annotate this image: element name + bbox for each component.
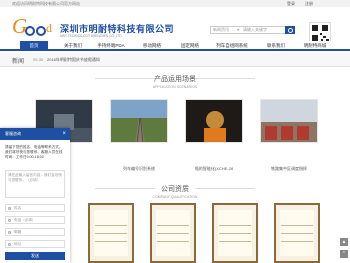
nav-item-contact[interactable]: 联系我们 [259,41,293,51]
products-section-title: 产品运用场景 APPLICATION SCENARIOS [0,74,350,89]
search-icon[interactable] [285,26,295,34]
name-field[interactable]: 姓名 [5,204,65,212]
logo-d: d [46,21,52,35]
user-icon [8,207,11,210]
search-input[interactable]: 请输入关键字 [243,27,267,33]
company-logo[interactable]: G d [12,15,54,39]
news-label: 新闻 [12,59,25,65]
nav-item-about[interactable]: 关于我们 [56,41,90,51]
name-field-placeholder: 姓名 [14,206,22,210]
search-category-select[interactable]: 新闻资讯 [213,27,229,33]
chevron-down-icon: ▾ [237,27,240,32]
nav-item-mall[interactable]: 明耐特商城 [297,41,333,51]
scroll-up-icon[interactable]: ▲ [340,238,348,246]
divider [95,78,155,79]
chat-message: 请留下您的姓名、电话等联系方式，我们将尽快与您联系。客服人员在线时间：工作日9:… [5,145,63,159]
location-icon [8,243,11,246]
email-field[interactable]: 邮箱 [5,228,65,236]
nav-item-pda[interactable]: 手持终端PDA [92,41,130,51]
news-date: 09-30 [33,57,44,62]
back-to-top-icon[interactable]: ⌃ [340,250,348,258]
certificate-4[interactable] [274,203,320,263]
news-headline[interactable]: 2016年明耐特国庆节放假通知 [47,57,100,63]
phone-field[interactable]: 电话（必填） [5,216,65,224]
logo-oo [25,23,47,36]
phone-icon [8,219,11,222]
email-field-placeholder: 邮箱 [14,230,22,234]
search-bar: 新闻资讯 ▾ 请输入关键字 [210,26,295,34]
product-label-4: 铁路集中区调度指挥 [271,166,307,171]
send-button[interactable]: 发送 [5,252,65,260]
product-image-2 [111,100,167,142]
mail-icon [8,231,11,234]
site-header: G d 深圳市明耐特科技有限公司 MNT TECHNOLOGY SHENZHEN… [0,7,350,44]
certificate-1[interactable] [88,203,134,263]
product-image-3 [186,100,242,142]
register-link[interactable]: 注册 [305,0,313,7]
divider [95,188,155,189]
welcome-text: 欢迎访问明耐特科技有限公司官方网站 [12,1,80,6]
product-card-2[interactable] [110,99,168,143]
product-card-3[interactable] [185,99,243,143]
certificate-3[interactable] [212,203,258,263]
news-ticker: 新闻 09-30 2016年明耐特国庆节放假通知 [0,53,350,67]
nav-item-train-system[interactable]: 列车自组网系统 [209,41,255,51]
product-image-4 [261,100,317,142]
divider [195,188,255,189]
nav-item-mobile-network[interactable]: 移动网络 [135,41,169,51]
certificate-2[interactable] [150,203,196,263]
nav-item-home[interactable]: 首页 [20,41,48,51]
login-link[interactable]: 登录 [287,0,295,7]
divider [195,78,255,79]
main-nav: 首页 关于我们 手持终端PDA 移动网络 固定网络 列车自组网系统 联系我们 明… [0,41,350,51]
close-icon[interactable]: × [62,128,66,140]
top-bar: 欢迎访问明耐特科技有限公司官方网站 登录 注册 [0,0,350,7]
chat-widget: 客服咨询 × 请留下您的姓名、电话等联系方式，我们将尽快与您联系。客服人员在线时… [0,128,70,263]
address-field[interactable]: 地址 [5,240,65,248]
product-label-2: 列车编号识别系统 [123,166,155,171]
phone-field-placeholder: 电话（必填） [14,218,36,222]
chat-title: 客服咨询 [5,131,21,136]
products-title-cn: 产品运用场景 [154,76,196,83]
chat-message-input[interactable]: 请在此输入留言内容，我们会尽快与您联系。（必填） [5,170,65,198]
address-field-placeholder: 地址 [14,242,22,246]
products-title-en: APPLICATION SCENARIOS [152,85,198,89]
nav-item-fixed-network[interactable]: 固定网络 [173,41,207,51]
chat-header: 客服咨询 × [0,128,70,140]
product-label-3: 瓶的智能化(XCHE-28 [194,166,234,171]
company-name-en: MNT TECHNOLOGY SHENZHEN CO.,LTD. [60,34,123,38]
product-card-4[interactable] [260,99,318,143]
